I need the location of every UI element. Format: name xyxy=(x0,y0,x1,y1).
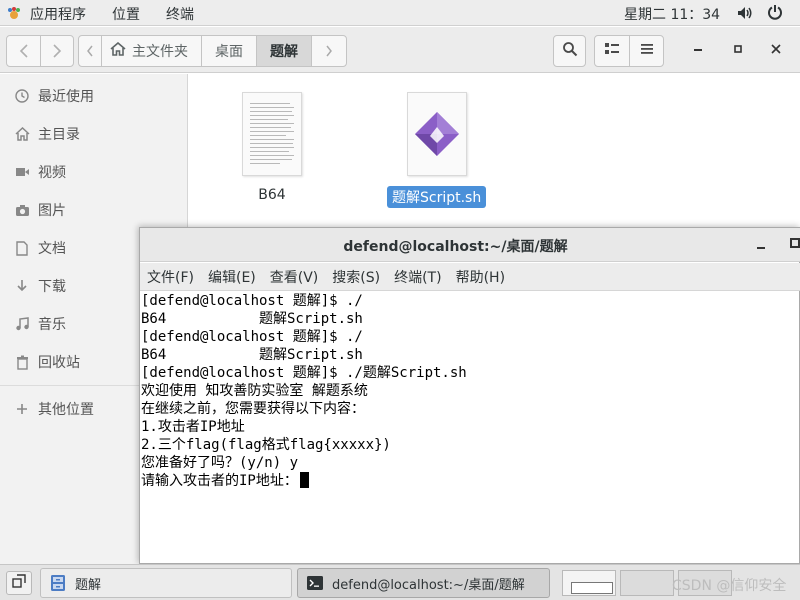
path-bar: 主文件夹 桌面 题解 xyxy=(78,35,347,67)
terminal-prompt-text: 请输入攻击者的IP地址： xyxy=(141,473,298,489)
terminal-output[interactable]: [defend@localhost 题解]$ ./ B64 题解Script.s… xyxy=(140,292,800,564)
workspace-2[interactable] xyxy=(620,570,674,596)
terminal-titlebar[interactable]: defend@localhost:~/桌面/题解 xyxy=(140,228,800,262)
terminal-line: [defend@localhost 题解]$ ./ xyxy=(141,329,363,345)
video-icon xyxy=(14,164,30,180)
terminal-menu-search[interactable]: 搜索(S) xyxy=(325,267,387,287)
applications-menu[interactable]: 应用程序 xyxy=(6,4,86,24)
view-controls xyxy=(594,35,664,67)
terminal-line: B64 题解Script.sh xyxy=(141,311,363,327)
download-icon xyxy=(14,278,30,294)
workspace-1[interactable] xyxy=(562,570,616,596)
top-panel: 应用程序 位置 终端 星期二 11：34 xyxy=(0,0,800,26)
terminal-menu-edit[interactable]: 编辑(E) xyxy=(201,267,263,287)
file-manager-headerbar: 主文件夹 桌面 题解 xyxy=(0,27,800,73)
terminal-window: defend@localhost:~/桌面/题解 文件(F) 编辑(E) 查看(… xyxy=(139,227,800,564)
taskbar-item-label: 题解 xyxy=(75,577,102,593)
terminal-line: 您准备好了吗？(y/n) y xyxy=(141,455,299,471)
terminal-line: [defend@localhost 题解]$ ./题解Script.sh xyxy=(141,365,467,381)
sidebar-item-label: 视频 xyxy=(38,165,66,181)
show-desktop-button[interactable] xyxy=(6,571,32,595)
sidebar-item-recent[interactable]: 最近使用 xyxy=(0,77,188,115)
terminal-menu-terminal[interactable]: 终端(T) xyxy=(387,267,448,287)
trash-icon xyxy=(14,354,30,370)
hamburger-menu-icon xyxy=(640,43,654,59)
sidebar-item-label: 回收站 xyxy=(38,355,80,371)
search-button[interactable] xyxy=(553,35,586,67)
terminal-line: 在继续之前，您需要获得以下内容： xyxy=(141,401,365,417)
terminal-minimize-button[interactable] xyxy=(756,236,766,254)
history-buttons xyxy=(6,35,74,67)
home-icon xyxy=(14,126,30,142)
search-icon xyxy=(562,41,578,61)
gnome-foot-icon xyxy=(6,6,22,22)
power-icon[interactable] xyxy=(767,4,783,24)
show-desktop-icon xyxy=(12,574,26,592)
list-view-button[interactable] xyxy=(595,36,629,66)
path-segment-home[interactable]: 主文件夹 xyxy=(101,36,201,66)
file-cabinet-icon xyxy=(49,574,67,592)
text-document-icon xyxy=(242,92,302,176)
terminal-icon xyxy=(306,574,324,592)
sidebar-item-label: 其他位置 xyxy=(38,402,94,418)
terminal-line: 1.攻击者IP地址 xyxy=(141,419,245,435)
sidebar-item-label: 图片 xyxy=(38,203,66,219)
places-menu[interactable]: 位置 xyxy=(112,4,140,24)
path-segment-home-label: 主文件夹 xyxy=(132,44,188,60)
sidebar-item-videos[interactable]: 视频 xyxy=(0,153,188,191)
path-scroll-left-button[interactable] xyxy=(79,36,101,66)
camera-icon xyxy=(14,202,30,218)
maximize-button[interactable] xyxy=(733,42,743,58)
sidebar-item-home[interactable]: 主目录 xyxy=(0,115,188,153)
terminal-menu-file[interactable]: 文件(F) xyxy=(140,267,201,287)
terminal-title: defend@localhost:~/桌面/题解 xyxy=(343,239,568,255)
taskbar-item-terminal[interactable]: defend@localhost:~/桌面/题解 xyxy=(297,568,550,598)
terminal-line: 欢迎使用 知攻善防实验室 解题系统 xyxy=(141,383,368,399)
home-icon xyxy=(110,41,126,60)
file-item-script[interactable]: 题解Script.sh xyxy=(387,92,487,208)
close-button[interactable] xyxy=(771,42,781,58)
terminal-maximize-button[interactable] xyxy=(790,238,800,248)
plus-icon xyxy=(14,401,30,417)
clock-icon xyxy=(14,88,30,104)
taskbar-item-label: defend@localhost:~/桌面/题解 xyxy=(332,577,525,593)
applications-menu-label: 应用程序 xyxy=(30,7,86,23)
terminal-app-menu[interactable]: 终端 xyxy=(166,4,194,24)
sidebar-item-label: 最近使用 xyxy=(38,89,94,105)
minimize-button[interactable] xyxy=(693,40,703,56)
terminal-menu-view[interactable]: 查看(V) xyxy=(263,267,326,287)
sidebar-item-label: 音乐 xyxy=(38,317,66,333)
path-segment-desktop[interactable]: 桌面 xyxy=(201,36,256,66)
terminal-menu-help[interactable]: 帮助(H) xyxy=(449,267,512,287)
terminal-line: 2.三个flag(flag格式flag{xxxxx}) xyxy=(141,437,391,453)
file-item-b64[interactable]: B64 xyxy=(242,92,302,204)
window-list-taskbar: 题解 defend@localhost:~/桌面/题解 CSDN @信仰安全 xyxy=(0,564,800,600)
file-name: 题解Script.sh xyxy=(387,186,487,208)
sidebar-item-label: 文档 xyxy=(38,241,66,257)
taskbar-item-files[interactable]: 题解 xyxy=(40,568,292,598)
path-segment-current[interactable]: 题解 xyxy=(256,36,311,66)
music-icon xyxy=(14,316,30,332)
shell-script-icon xyxy=(406,92,467,176)
terminal-prompt-line: 请输入攻击者的IP地址： xyxy=(141,472,800,490)
sidebar-item-label: 下载 xyxy=(38,279,66,295)
sidebar-item-label: 主目录 xyxy=(38,127,80,143)
sidebar-item-pictures[interactable]: 图片 xyxy=(0,191,188,229)
document-icon xyxy=(14,240,30,256)
clock[interactable]: 星期二 11：34 xyxy=(624,4,720,24)
list-view-icon xyxy=(605,43,619,59)
terminal-cursor xyxy=(299,472,309,488)
path-scroll-right-button[interactable] xyxy=(311,36,346,66)
back-button[interactable] xyxy=(7,36,40,66)
terminal-menubar: 文件(F) 编辑(E) 查看(V) 搜索(S) 终端(T) 帮助(H) xyxy=(140,263,800,291)
volume-icon[interactable] xyxy=(737,5,753,25)
terminal-line: [defend@localhost 题解]$ ./ xyxy=(141,293,363,309)
workspace-window-thumbnail xyxy=(571,582,613,594)
forward-button[interactable] xyxy=(40,36,73,66)
menu-button[interactable] xyxy=(629,36,663,66)
watermark: CSDN @信仰安全 xyxy=(672,578,787,594)
file-name: B64 xyxy=(258,187,286,203)
terminal-line: B64 题解Script.sh xyxy=(141,347,363,363)
